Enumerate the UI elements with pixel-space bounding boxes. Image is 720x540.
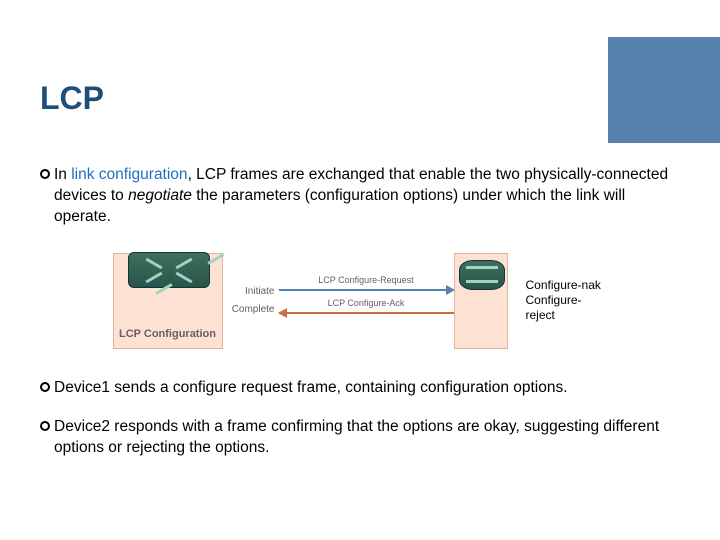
arrow-left-icon xyxy=(279,312,454,314)
bullet-device1-text: Device1 sends a configure request frame,… xyxy=(54,378,568,399)
states-column: Initiate Complete xyxy=(223,283,279,319)
state-initiate: Initiate xyxy=(223,283,275,301)
switch-icon xyxy=(128,252,210,288)
bullet-device2-text: Device2 responds with a frame confirming… xyxy=(54,417,680,459)
diagram: LCP Configuration Initiate Complete LCP … xyxy=(40,246,680,356)
lcp-config-label: LCP Configuration xyxy=(114,328,222,340)
corner-accent xyxy=(608,37,720,143)
bullet-device1: Device1 sends a configure request frame,… xyxy=(40,378,680,399)
arrow-right-icon xyxy=(279,289,454,291)
bullet-ring-icon xyxy=(40,421,50,431)
lcp-box-right xyxy=(454,253,508,349)
arrows-area: LCP Configure-Request LCP Configure-Ack xyxy=(279,277,454,325)
negotiate-text: negotiate xyxy=(128,187,192,204)
state-complete: Complete xyxy=(223,301,275,319)
annotation-nak: Configure-nak xyxy=(526,278,608,293)
link-configuration-text: link configuration xyxy=(71,166,187,183)
lcp-box-left: LCP Configuration xyxy=(113,253,223,349)
body-bullets: Device1 sends a configure request frame,… xyxy=(40,378,680,459)
annotation-reject: Configure-reject xyxy=(526,293,608,323)
bullet-intro: In link configuration, LCP frames are ex… xyxy=(40,165,680,228)
bullet-ring-icon xyxy=(40,382,50,392)
annotations: Configure-nak Configure-reject xyxy=(508,278,608,323)
router-icon xyxy=(459,260,505,290)
bullet-device2: Device2 responds with a frame confirming… xyxy=(40,417,680,459)
bullet-intro-text: In link configuration, LCP frames are ex… xyxy=(54,165,680,228)
bullet-ring-icon xyxy=(40,169,50,179)
slide-title: LCP xyxy=(40,80,680,117)
text: In xyxy=(54,166,71,183)
configure-request-label: LCP Configure-Request xyxy=(279,275,454,285)
configure-ack-label: LCP Configure-Ack xyxy=(279,298,454,308)
